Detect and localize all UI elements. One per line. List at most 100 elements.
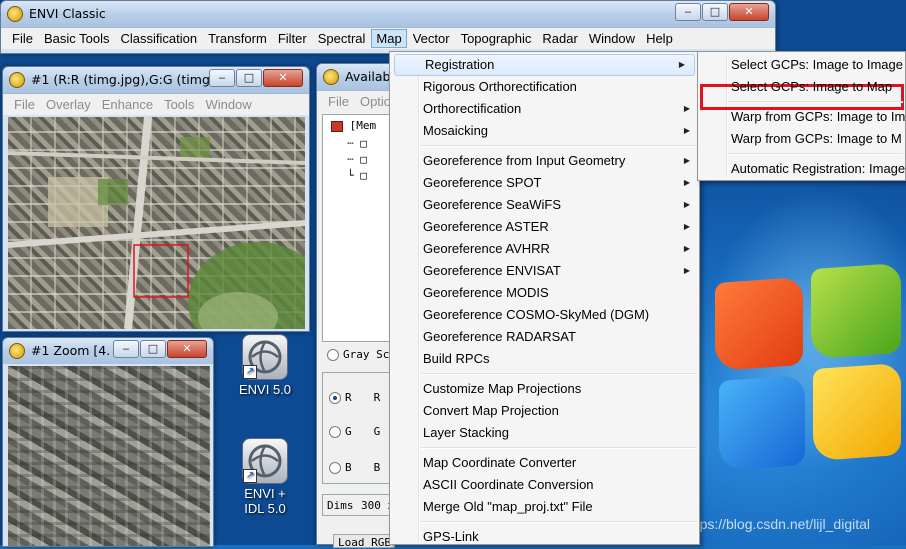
minimize-icon[interactable]: ‒ bbox=[209, 69, 235, 87]
submenu-arrow-icon: ▶ bbox=[683, 244, 690, 253]
menu-item-georeference-spot[interactable]: Georeference SPOT ▶ bbox=[390, 172, 699, 194]
menu-item-merge-old-map-proj-txt-file[interactable]: Merge Old "map_proj.txt" File bbox=[390, 496, 699, 518]
menu-item-customize-map-projections[interactable]: Customize Map Projections bbox=[390, 378, 699, 400]
gray-scale-option[interactable]: Gray Sc bbox=[327, 348, 389, 361]
tree-root[interactable]: [Mem bbox=[331, 119, 376, 132]
menu-file[interactable]: File bbox=[9, 95, 40, 114]
submenu-arrow-icon: ▶ bbox=[683, 266, 690, 275]
satellite-image[interactable] bbox=[8, 117, 305, 329]
submenu-arrow-icon: ▶ bbox=[683, 222, 690, 231]
maximize-icon[interactable]: □ bbox=[140, 340, 166, 358]
menu-item-georeference-aster[interactable]: Georeference ASTER ▶ bbox=[390, 216, 699, 238]
menu-item-ascii-coordinate-conversion[interactable]: ASCII Coordinate Conversion bbox=[390, 474, 699, 496]
envi-app-icon bbox=[7, 6, 23, 22]
menu-item-automatic-registration-image[interactable]: Automatic Registration: Image bbox=[698, 158, 905, 180]
submenu-arrow-icon: ▶ bbox=[683, 178, 690, 187]
zoom-image[interactable] bbox=[8, 366, 210, 546]
menu-classification[interactable]: Classification bbox=[115, 29, 202, 48]
menu-item-georeference-seawifs[interactable]: Georeference SeaWiFS ▶ bbox=[390, 194, 699, 216]
menu-tools[interactable]: Tools bbox=[159, 95, 199, 114]
menu-file[interactable]: File bbox=[7, 29, 38, 48]
menu-item-georeference-envisat[interactable]: Georeference ENVISAT ▶ bbox=[390, 260, 699, 282]
band-tree[interactable]: [Mem ┄ □ ┄ □ └ □ bbox=[322, 114, 395, 342]
menu-item-label: Mosaicking bbox=[423, 123, 489, 138]
menu-topographic[interactable]: Topographic bbox=[456, 29, 537, 48]
minimize-icon[interactable]: ‒ bbox=[675, 3, 701, 21]
radio-button[interactable] bbox=[327, 348, 339, 361]
menu-item-label: Warp from GCPs: Image to Im bbox=[731, 109, 906, 124]
menu-item-georeference-radarsat[interactable]: Georeference RADARSAT bbox=[390, 326, 699, 348]
close-icon[interactable]: ✕ bbox=[167, 340, 207, 358]
rgb-option-b[interactable]: B B bbox=[329, 461, 380, 474]
rgb-group: R R G G B B bbox=[322, 372, 395, 484]
menu-item-label: Select GCPs: Image to Image bbox=[731, 57, 903, 72]
menu-item-warp-from-gcps-image-to-m[interactable]: Warp from GCPs: Image to M bbox=[698, 128, 905, 150]
menu-item-label: Map Coordinate Converter bbox=[423, 455, 577, 470]
menu-item-gps-link[interactable]: GPS-Link bbox=[390, 526, 699, 544]
menu-window[interactable]: Window bbox=[584, 29, 640, 48]
menu-spectral[interactable]: Spectral bbox=[313, 29, 371, 48]
menu-overlay[interactable]: Overlay bbox=[41, 95, 96, 114]
desktop-icon-envi5[interactable]: ↗ ENVI 5.0 bbox=[234, 334, 296, 397]
menu-item-label: Layer Stacking bbox=[423, 425, 509, 440]
menu-item-select-gcps-image-to-map[interactable]: Select GCPs: Image to Map bbox=[698, 76, 905, 98]
menu-separator bbox=[698, 150, 905, 158]
shortcut-arrow-icon: ↗ bbox=[243, 365, 257, 379]
menu-item-orthorectification[interactable]: Orthorectification ▶ bbox=[390, 98, 699, 120]
menu-item-registration[interactable]: Registration ▶ bbox=[394, 54, 695, 76]
menu-enhance[interactable]: Enhance bbox=[97, 95, 158, 114]
menu-item-label: Convert Map Projection bbox=[423, 403, 559, 418]
radio-button[interactable] bbox=[329, 461, 341, 474]
menu-item-rigorous-orthorectification[interactable]: Rigorous Orthorectification bbox=[390, 76, 699, 98]
close-icon[interactable]: ✕ bbox=[729, 3, 769, 21]
menu-item-map-coordinate-converter[interactable]: Map Coordinate Converter bbox=[390, 452, 699, 474]
menu-item-warp-from-gcps-image-to-im[interactable]: Warp from GCPs: Image to Im bbox=[698, 106, 905, 128]
rgb-option-r[interactable]: R R bbox=[329, 391, 380, 404]
bands-menubar: File Optio bbox=[317, 90, 393, 112]
zoom-box[interactable] bbox=[133, 244, 189, 298]
menu-item-convert-map-projection[interactable]: Convert Map Projection bbox=[390, 400, 699, 422]
menu-item-build-rpcs[interactable]: Build RPCs bbox=[390, 348, 699, 370]
minimize-icon[interactable]: ‒ bbox=[113, 340, 139, 358]
menu-help[interactable]: Help bbox=[641, 29, 678, 48]
tree-band[interactable]: ┄ □ bbox=[347, 137, 367, 150]
menu-map[interactable]: Map bbox=[371, 29, 407, 48]
image-menubar: File Overlay Enhance Tools Window bbox=[3, 93, 309, 115]
menu-transform[interactable]: Transform bbox=[203, 29, 272, 48]
titlebar[interactable]: Availab bbox=[317, 64, 393, 90]
menu-item-georeference-avhrr[interactable]: Georeference AVHRR ▶ bbox=[390, 238, 699, 260]
menu-vector[interactable]: Vector bbox=[408, 29, 455, 48]
maximize-icon[interactable]: □ bbox=[236, 69, 262, 87]
menu-item-label: Georeference RADARSAT bbox=[423, 329, 576, 344]
submenu-arrow-icon: ▶ bbox=[683, 200, 690, 209]
menu-item-georeference-cosmo-skymed-dgm[interactable]: Georeference COSMO-SkyMed (DGM) bbox=[390, 304, 699, 326]
menu-filter[interactable]: Filter bbox=[273, 29, 312, 48]
load-rgb-button[interactable]: Load RGB bbox=[333, 534, 395, 549]
tree-band[interactable]: └ □ bbox=[347, 169, 367, 182]
radio-button[interactable] bbox=[329, 391, 341, 404]
menu-basic-tools[interactable]: Basic Tools bbox=[39, 29, 115, 48]
menu-item-mosaicking[interactable]: Mosaicking ▶ bbox=[390, 120, 699, 142]
registration-submenu: Select GCPs: Image to Image Select GCPs: … bbox=[697, 51, 906, 181]
envi-app-icon bbox=[323, 69, 339, 85]
close-icon[interactable]: ✕ bbox=[263, 69, 303, 87]
radio-button[interactable] bbox=[329, 425, 341, 438]
menu-item-layer-stacking[interactable]: Layer Stacking bbox=[390, 422, 699, 444]
rgb-option-g[interactable]: G G bbox=[329, 425, 380, 438]
titlebar[interactable]: #1 Zoom [4... ‒ □ ✕ bbox=[3, 338, 213, 364]
desktop-icon-envi-idl[interactable]: ↗ ENVI + IDL 5.0 bbox=[234, 438, 296, 516]
envi-app-icon: ↗ bbox=[242, 334, 288, 380]
menu-item-georeference-modis[interactable]: Georeference MODIS bbox=[390, 282, 699, 304]
available-bands-window: Availab File Optio [Mem ┄ □ ┄ □ └ □ Gray … bbox=[316, 63, 395, 549]
maximize-icon[interactable]: □ bbox=[702, 3, 728, 21]
menu-item-label: Georeference COSMO-SkyMed (DGM) bbox=[423, 307, 650, 322]
menu-file[interactable]: File bbox=[323, 92, 354, 111]
menu-item-georeference-from-input-geometry[interactable]: Georeference from Input Geometry ▶ bbox=[390, 150, 699, 172]
titlebar[interactable]: ENVI Classic ‒ □ ✕ bbox=[1, 1, 775, 27]
menu-item-select-gcps-image-to-image[interactable]: Select GCPs: Image to Image bbox=[698, 54, 905, 76]
menu-window[interactable]: Window bbox=[200, 95, 256, 114]
titlebar[interactable]: #1 (R:R (timg.jpg),G:G (timg.j... ‒ □ ✕ bbox=[3, 67, 309, 93]
tree-band[interactable]: ┄ □ bbox=[347, 153, 367, 166]
envi-app-icon: ↗ bbox=[242, 438, 288, 484]
menu-radar[interactable]: Radar bbox=[537, 29, 582, 48]
